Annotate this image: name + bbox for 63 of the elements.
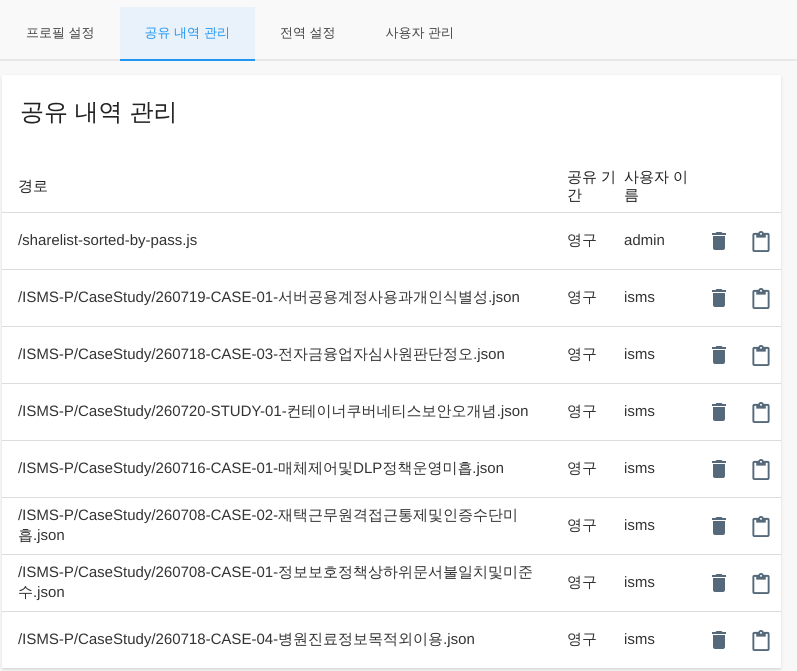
user-cell-text: isms — [623, 573, 656, 593]
tab[interactable]: 전역 설정 — [254, 7, 360, 61]
clipboard-icon — [752, 630, 770, 650]
period-cell-text: 영구 — [566, 231, 598, 251]
copy-button[interactable] — [752, 572, 770, 594]
path-cell-text: /ISMS-P/CaseStudy/260716-CASE-01-매체제어및DLP정책운영미흡.json — [17, 459, 505, 479]
user-cell-text: isms — [623, 345, 656, 365]
column-header: 사용자 이름 — [623, 168, 690, 204]
period-cell-text: 영구 — [566, 402, 598, 422]
trash-icon — [712, 574, 726, 592]
period-cell-text: 영구 — [566, 459, 598, 479]
copy-button[interactable] — [752, 288, 770, 308]
delete-button[interactable] — [712, 403, 726, 421]
delete-button[interactable] — [712, 346, 726, 364]
path-cell-text: /ISMS-P/CaseStudy/260719-CASE-01-서버공용계정사용과개인식별성.json — [17, 288, 521, 308]
trash-icon — [712, 517, 726, 535]
path-cell-text: /ISMS-P/CaseStudy/260708-CASE-01-정보보호정책상하위문서불일치및미준수.json — [17, 563, 534, 603]
delete-button[interactable] — [712, 574, 726, 592]
trash-icon — [712, 460, 726, 478]
delete-button[interactable] — [712, 460, 726, 478]
trash-icon — [712, 346, 726, 364]
clipboard-icon — [752, 458, 770, 480]
user-cell-text: isms — [623, 516, 656, 536]
trash-icon — [712, 232, 726, 250]
trash-icon — [712, 289, 726, 307]
period-cell-text: 영구 — [566, 345, 598, 365]
column-header: 공유 기간 — [566, 168, 618, 204]
user-cell-text: isms — [623, 288, 656, 308]
tab[interactable]: 프로필 설정 — [1, 7, 120, 61]
user-cell-text: isms — [623, 630, 656, 650]
panel-title: 공유 내역 관리 — [19, 98, 178, 128]
path-cell-text: /ISMS-P/CaseStudy/260708-CASE-02-재택근무원격접근통제및인증수단미흡.json — [17, 506, 520, 546]
delete-button[interactable] — [712, 289, 726, 307]
clipboard-icon — [752, 344, 770, 366]
clipboard-icon — [752, 516, 770, 536]
delete-button[interactable] — [712, 517, 726, 535]
copy-button[interactable] — [752, 402, 770, 422]
delete-button[interactable] — [712, 232, 726, 250]
copy-button[interactable] — [752, 458, 770, 480]
clipboard-icon — [752, 402, 770, 422]
period-cell-text: 영구 — [566, 630, 598, 650]
clipboard-icon — [752, 288, 770, 308]
copy-button[interactable] — [752, 344, 770, 366]
user-cell-text: isms — [623, 402, 656, 422]
user-cell-text: isms — [623, 459, 656, 479]
clipboard-icon — [752, 572, 770, 594]
period-cell-text: 영구 — [566, 573, 598, 593]
delete-button[interactable] — [712, 631, 726, 649]
path-cell-text: /ISMS-P/CaseStudy/260718-CASE-04-병원진료정보목적외이용.json — [17, 630, 476, 650]
path-cell-text: /sharelist-sorted-by-pass.js — [17, 231, 198, 251]
period-cell-text: 영구 — [566, 288, 598, 308]
copy-button[interactable] — [752, 230, 770, 252]
period-cell-text: 영구 — [566, 516, 598, 536]
trash-icon — [712, 631, 726, 649]
tab[interactable]: 사용자 관리 — [360, 7, 480, 61]
column-header: 경로 — [17, 178, 49, 196]
path-cell-text: /ISMS-P/CaseStudy/260720-STUDY-01-컨테이너쿠버네티스보안오개념.json — [17, 402, 530, 422]
copy-button[interactable] — [752, 516, 770, 536]
user-cell-text: admin — [623, 231, 666, 251]
trash-icon — [712, 403, 726, 421]
path-cell-text: /ISMS-P/CaseStudy/260718-CASE-03-전자금융업자심사원판단정오.json — [17, 345, 506, 365]
clipboard-icon — [752, 230, 770, 252]
copy-button[interactable] — [752, 630, 770, 650]
